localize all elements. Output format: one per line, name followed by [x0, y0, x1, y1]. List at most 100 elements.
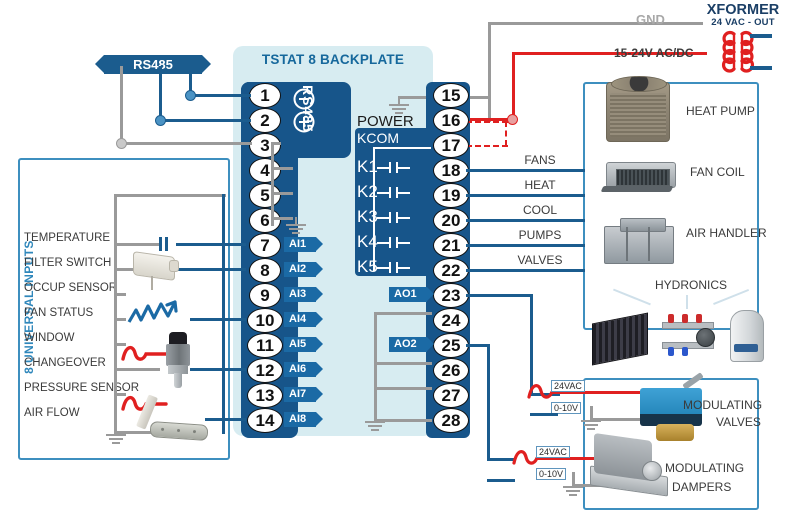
terminal-6[interactable]: 6 — [249, 208, 281, 233]
terminal-23[interactable]: 23 — [433, 283, 469, 308]
terminal-12[interactable]: 12 — [247, 358, 283, 383]
terminal-1[interactable]: 1 — [249, 83, 281, 108]
xformer-title: XFORMER — [706, 2, 780, 18]
input-rail-3 — [114, 293, 126, 296]
terminal-26[interactable]: 26 — [433, 358, 469, 383]
equipment-label-fan-coil: FAN COIL — [690, 165, 745, 179]
input-label-air-flow: AIR FLOW — [24, 407, 80, 419]
kcom-label: KCOM — [357, 130, 399, 146]
relay-coil-k5: K5 — [357, 257, 378, 276]
input-blue-to-8 — [176, 268, 246, 271]
pressure-sensor-image — [160, 332, 196, 390]
terminal-3[interactable]: 3 — [249, 133, 281, 158]
terminal-16[interactable]: 16 — [433, 108, 469, 133]
internal-rail-27 — [374, 387, 432, 390]
fan-status-icon — [127, 300, 178, 323]
equipment-label-hydronics: HYDRONICS — [655, 278, 728, 292]
terminal-17[interactable]: 17 — [433, 133, 469, 158]
relay-contact-k5 — [377, 262, 411, 273]
internal-rail-4 — [271, 167, 293, 170]
terminal-7[interactable]: 7 — [249, 233, 281, 258]
terminal-24[interactable]: 24 — [433, 308, 469, 333]
modulating-damper-image — [590, 432, 676, 499]
input-blue-to-12 — [190, 368, 246, 371]
kcom-dashed-to-17 — [466, 145, 508, 147]
ao2-dc-tag: 0-10V — [536, 468, 567, 480]
terminal-15[interactable]: 15 — [433, 83, 469, 108]
equipment-label-air-handler: AIR HANDLER — [686, 226, 767, 240]
input-blue-to-7 — [176, 243, 246, 246]
terminal-10[interactable]: 10 — [247, 308, 283, 333]
gnd-wire-top — [488, 22, 703, 25]
ao2-wire-drop — [487, 344, 490, 461]
ai2-tag: AI2 — [284, 262, 324, 277]
analog-label-valves-line1: MODULATING — [683, 398, 763, 412]
supply-label: 15-24V AC/DC — [614, 46, 694, 60]
minus-circle-icon — [293, 88, 315, 110]
gnd-label: GND — [636, 12, 665, 27]
terminal-9[interactable]: 9 — [249, 283, 281, 308]
terminal-5[interactable]: 5 — [249, 183, 281, 208]
internal-rail-6 — [271, 217, 293, 220]
input-rail-1 — [114, 243, 160, 246]
relay-coil-k1: K1 — [357, 157, 378, 176]
input-label-temperature: TEMPERATURE — [24, 232, 111, 244]
terminal-27[interactable]: 27 — [433, 383, 469, 408]
ao2-0-10v-wire — [487, 479, 515, 482]
ao1-tag: AO1 — [389, 287, 434, 302]
occupancy-sensor-image — [133, 250, 179, 290]
ao2-wire-bottom — [487, 458, 515, 461]
terminal-19[interactable]: 19 — [433, 183, 469, 208]
ai7-tag: AI7 — [284, 387, 324, 402]
fan-coil-image — [600, 160, 676, 196]
terminal-28[interactable]: 28 — [433, 408, 469, 433]
airflow-sensor-image — [135, 394, 210, 442]
relay-block — [355, 128, 440, 276]
ao2-ac-tag: 24VAC — [536, 446, 570, 458]
input-label-changeover: CHANGEOVER — [24, 357, 106, 369]
ai1-tag: AI1 — [284, 237, 324, 252]
terminal-22[interactable]: 22 — [433, 258, 469, 283]
rs485-shield-node — [116, 138, 127, 149]
xformer-subtitle: 24 VAC - OUT — [711, 17, 775, 28]
ao2-tag: AO2 — [389, 337, 434, 352]
hydronics-leader-mid — [686, 295, 688, 309]
internal-rail-left-v — [271, 142, 274, 226]
rs485-banner: RS485 — [95, 55, 211, 74]
input-label-fan-status: FAN STATUS — [24, 307, 94, 319]
air-handler-image — [604, 218, 676, 266]
input-label-window: WINDOW — [24, 332, 75, 344]
rs485-shield-drop — [120, 66, 123, 144]
input-blue-to-10 — [190, 318, 246, 321]
terminal-13[interactable]: 13 — [247, 383, 283, 408]
internal-rail-26 — [374, 362, 432, 365]
relay-contact-k4 — [377, 237, 411, 248]
terminal-8[interactable]: 8 — [249, 258, 281, 283]
terminal-18[interactable]: 18 — [433, 158, 469, 183]
relay-wire-19 — [466, 194, 585, 197]
input-label-filter-switch: FILTER SWITCH — [24, 257, 112, 269]
hydronic-manifold-image — [662, 312, 715, 358]
relay-label-pumps: PUMPS — [518, 228, 562, 242]
equipment-label-heat-pump: HEAT PUMP — [686, 104, 755, 118]
terminal-4[interactable]: 4 — [249, 158, 281, 183]
relay-wire-20 — [466, 219, 585, 222]
kcom-bus-top — [373, 147, 431, 150]
terminal-21[interactable]: 21 — [433, 233, 469, 258]
terminal-25[interactable]: 25 — [433, 333, 469, 358]
relay-contact-k1 — [377, 162, 411, 173]
relay-contact-k2 — [377, 187, 411, 198]
ao1-ac-tag: 24VAC — [551, 380, 585, 392]
kcom-power-dashed-wire-v — [505, 121, 507, 146]
terminal-11[interactable]: 11 — [247, 333, 283, 358]
rs485-node-1 — [185, 90, 196, 101]
analog-label-dampers-line2: DAMPERS — [672, 480, 732, 494]
input-blue-to-14 — [205, 418, 246, 421]
terminal-14[interactable]: 14 — [247, 408, 283, 433]
ao1-0-10v-wire — [530, 413, 558, 416]
heat-pump-image — [606, 76, 670, 142]
terminal-2[interactable]: 2 — [249, 108, 281, 133]
terminal-20[interactable]: 20 — [433, 208, 469, 233]
supply-wire-drop — [512, 52, 515, 120]
water-heater-image — [730, 310, 764, 362]
